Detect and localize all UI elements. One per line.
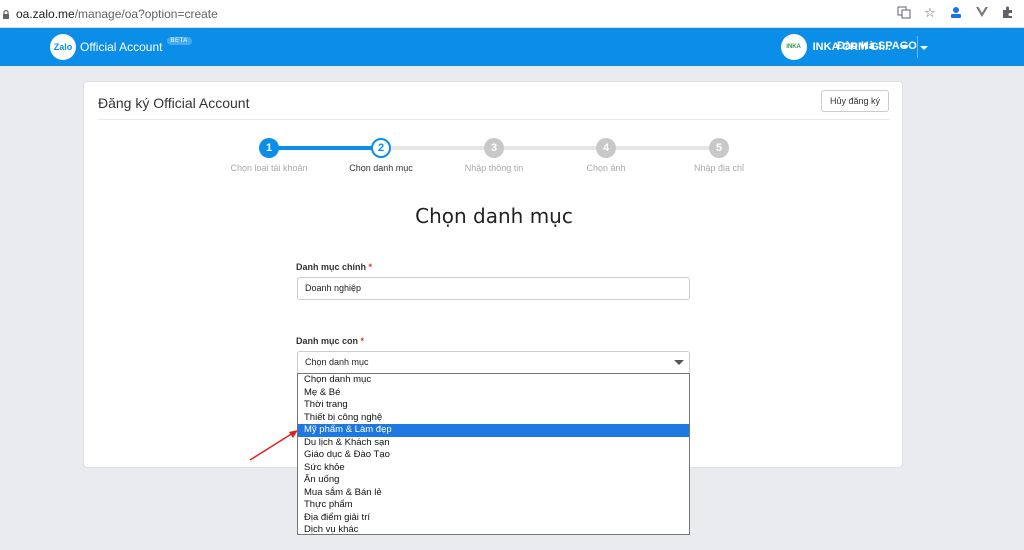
chevron-down-icon[interactable]: [920, 46, 928, 50]
option-item[interactable]: Sức khỏe: [298, 462, 689, 475]
option-item[interactable]: Giáo dục & Đào Tạo: [298, 449, 689, 462]
option-item[interactable]: Dịch vụ khác: [298, 524, 689, 537]
required-mark: *: [368, 262, 373, 272]
step-5-circle: 5: [709, 138, 729, 158]
lock-icon[interactable]: [0, 8, 12, 20]
sub-category-selected-value: Chọn danh mục: [305, 357, 369, 367]
step-1-circle: 1: [259, 138, 279, 158]
sub-category-select[interactable]: Chọn danh mục: [297, 351, 690, 374]
option-item[interactable]: Mẹ & Bé: [298, 387, 689, 400]
sub-category-options: Chọn danh mục Mẹ & Bé Thời trang Thiết b…: [297, 373, 690, 535]
caret-down-icon: [674, 360, 684, 365]
option-item[interactable]: Chọn danh mục: [298, 374, 689, 387]
step-3-circle: 3: [484, 138, 504, 158]
option-item[interactable]: Thiết bị công nghệ: [298, 412, 689, 425]
option-item[interactable]: Mua sắm & Bán lẻ: [298, 487, 689, 500]
step-1-label: Chọn loại tài khoản: [230, 163, 308, 173]
main-category-label-text: Danh mục chính: [296, 262, 367, 272]
step-4-label: Chọn ảnh: [586, 163, 626, 173]
required-mark: *: [360, 336, 365, 346]
user-menu[interactable]: Đào Hà SPAGO: [837, 40, 917, 52]
zalo-oa-logo[interactable]: Zalo Official Account BETA: [50, 34, 192, 60]
browser-address-bar: oa.zalo.me/manage/oa?option=create ☆: [0, 0, 1024, 28]
step-2-circle: 2: [371, 138, 391, 158]
main-category-field[interactable]: Doanh nghiệp: [297, 277, 690, 300]
sub-category-label: Danh mục con *: [296, 336, 364, 346]
step-connector: [380, 146, 720, 150]
option-item[interactable]: Ăn uống: [298, 474, 689, 487]
cancel-registration-button[interactable]: Hủy đăng ký: [820, 90, 889, 112]
step-4-circle: 4: [596, 138, 616, 158]
org-avatar: INKA: [780, 34, 807, 60]
page-title: Đăng ký Official Account: [98, 95, 250, 111]
bookmark-star-icon[interactable]: ☆: [922, 5, 938, 21]
step-5-label: Nhập địa chỉ: [693, 163, 745, 173]
section-heading: Chọn danh mục: [415, 204, 573, 228]
puzzle-extensions-icon[interactable]: [1000, 5, 1016, 21]
app-name: Official Account: [80, 40, 163, 54]
header-divider: [917, 36, 918, 58]
zalo-logo-icon: Zalo: [50, 34, 76, 60]
option-item[interactable]: Thời trang: [298, 399, 689, 412]
option-item[interactable]: Địa điểm giải trí: [298, 512, 689, 525]
option-item-highlighted[interactable]: Mỹ phẩm & Làm đẹp: [298, 424, 689, 437]
translate-icon[interactable]: [896, 5, 912, 21]
step-2-label: Chọn danh mục: [349, 163, 413, 173]
beta-badge: BETA: [166, 37, 192, 45]
step-3-label: Nhập thông tin: [464, 163, 524, 173]
url-field[interactable]: oa.zalo.me/manage/oa?option=create: [16, 7, 218, 21]
divider: [98, 119, 890, 120]
vue-extension-icon[interactable]: [974, 5, 990, 21]
extension-profile-icon[interactable]: [948, 5, 964, 21]
option-item[interactable]: Du lịch & Khách sạn: [298, 437, 689, 450]
sub-category-label-text: Danh mục con: [296, 336, 359, 346]
option-item[interactable]: Thực phẩm: [298, 499, 689, 512]
main-category-label: Danh mục chính *: [296, 262, 372, 272]
step-connector: [269, 146, 380, 150]
